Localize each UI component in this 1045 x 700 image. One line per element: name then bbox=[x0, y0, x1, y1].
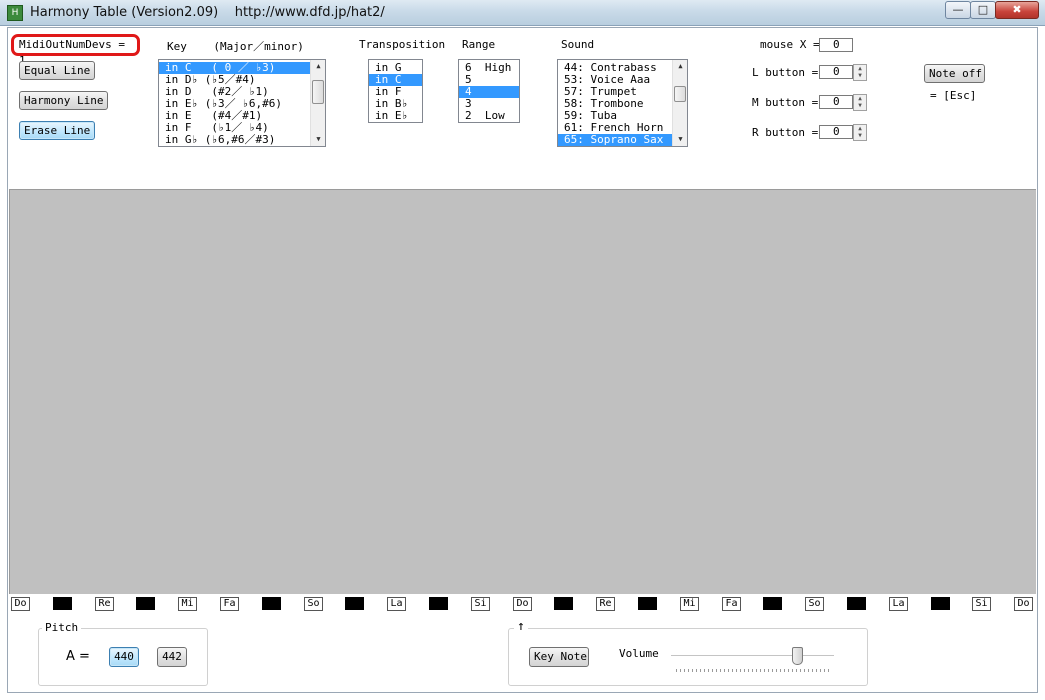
l-button-field[interactable]: 0 bbox=[819, 65, 853, 79]
midi-out-num-devs: MidiOutNumDevs = 1 bbox=[11, 34, 140, 67]
minimize-icon[interactable]: — bbox=[945, 1, 971, 19]
erase-line-button[interactable]: Erase Line bbox=[19, 121, 96, 140]
equal-line-button[interactable]: Equal Line bbox=[19, 61, 96, 80]
black-key[interactable] bbox=[847, 597, 866, 610]
white-key[interactable]: Si bbox=[972, 597, 991, 611]
m-button-label: M button = bbox=[752, 96, 819, 109]
scroll-down-icon[interactable]: ▼ bbox=[311, 133, 325, 146]
transposition-header: Transposition bbox=[359, 38, 446, 51]
white-key[interactable]: Do bbox=[513, 597, 532, 611]
harmony-line-button[interactable]: Harmony Line bbox=[19, 91, 109, 110]
spin-up-icon[interactable]: ▲ bbox=[854, 125, 866, 132]
harmony-canvas[interactable] bbox=[9, 189, 1036, 594]
up-arrow-icon: ↑ bbox=[514, 619, 528, 634]
white-key[interactable]: Do bbox=[1014, 597, 1033, 611]
r-button-field[interactable]: 0 bbox=[819, 125, 853, 139]
pitch-a-label: A = bbox=[66, 649, 90, 664]
key-header: Key (Major／minor) bbox=[167, 40, 304, 53]
key-items: in C ( 0 ／ ♭3) in D♭ (♭5／#4) in D (#2／ ♭1)… bbox=[159, 60, 325, 146]
black-key[interactable] bbox=[345, 597, 364, 610]
pitch-group-title: Pitch bbox=[42, 621, 82, 634]
maximize-icon[interactable]: □ bbox=[970, 1, 996, 19]
r-button-label: R button = bbox=[752, 126, 819, 139]
range-items: 6 High 5 4 3 2 Low bbox=[459, 60, 519, 122]
white-key[interactable]: La bbox=[889, 597, 908, 611]
black-key[interactable] bbox=[763, 597, 782, 610]
mouse-x-field[interactable]: 0 bbox=[819, 38, 853, 52]
white-key[interactable]: Mi bbox=[680, 597, 699, 611]
scroll-thumb[interactable] bbox=[674, 86, 686, 102]
mouse-x-label: mouse X = bbox=[760, 38, 820, 51]
spin-up-icon[interactable]: ▲ bbox=[854, 65, 866, 72]
key-list-item[interactable]: in G♭ (♭6,#6／#3) bbox=[159, 134, 325, 146]
white-key[interactable]: Fa bbox=[220, 597, 239, 611]
volume-slider-thumb[interactable] bbox=[792, 647, 803, 665]
transposition-items: in Gin Cin Fin B♭ in E♭ bbox=[369, 60, 422, 122]
l-button-spinner[interactable]: ▲ ▼ bbox=[853, 64, 867, 81]
note-off-hint: = [Esc] bbox=[930, 89, 977, 102]
note-off-button[interactable]: Note off bbox=[924, 64, 985, 83]
scroll-thumb[interactable] bbox=[312, 80, 324, 104]
white-key[interactable]: Re bbox=[596, 597, 615, 611]
black-key[interactable] bbox=[931, 597, 950, 610]
black-key[interactable] bbox=[53, 597, 72, 610]
sound-list-item[interactable]: 65: Soprano Sax bbox=[558, 134, 687, 146]
black-key[interactable] bbox=[262, 597, 281, 610]
white-key[interactable]: Si bbox=[471, 597, 490, 611]
white-key[interactable]: So bbox=[304, 597, 323, 611]
volume-slider-ticks bbox=[676, 669, 831, 672]
white-key[interactable]: Mi bbox=[178, 597, 197, 611]
scroll-up-icon[interactable]: ▲ bbox=[311, 60, 325, 73]
m-button-spinner[interactable]: ▲ ▼ bbox=[853, 94, 867, 111]
black-key[interactable] bbox=[136, 597, 155, 610]
white-key[interactable]: Re bbox=[95, 597, 114, 611]
range-list-item[interactable]: 2 Low bbox=[459, 110, 519, 122]
scroll-down-icon[interactable]: ▼ bbox=[673, 133, 687, 146]
white-key[interactable]: La bbox=[387, 597, 406, 611]
spin-down-icon[interactable]: ▼ bbox=[854, 132, 866, 139]
sound-listbox[interactable]: 44: Contrabass 53: Voice Aaa 57: Trumpet 58… bbox=[557, 59, 688, 147]
range-listbox[interactable]: 6 High 5 4 3 2 Low bbox=[458, 59, 520, 123]
key-listbox[interactable]: in C ( 0 ／ ♭3) in D♭ (♭5／#4) in D (#2／ ♭1)… bbox=[158, 59, 326, 147]
sound-header: Sound bbox=[561, 38, 595, 51]
l-button-label: L button = bbox=[752, 66, 819, 79]
pitch-440-button[interactable]: 440 bbox=[109, 647, 139, 667]
hat-icon: H bbox=[7, 5, 23, 21]
spin-up-icon[interactable]: ▲ bbox=[854, 95, 866, 102]
title-bar: H Harmony Table (Version2.09) http://www… bbox=[0, 0, 1045, 26]
key-scrollbar[interactable]: ▲ ▼ bbox=[310, 60, 325, 146]
transposition-list-item[interactable]: in E♭ bbox=[369, 110, 422, 122]
window-title: Harmony Table (Version2.09) http://www.d… bbox=[30, 5, 385, 20]
volume-slider-track[interactable] bbox=[671, 655, 834, 657]
black-key[interactable] bbox=[429, 597, 448, 610]
key-note-button[interactable]: Key Note bbox=[529, 647, 589, 667]
white-key[interactable]: Fa bbox=[722, 597, 741, 611]
transposition-listbox[interactable]: in Gin Cin Fin B♭ in E♭ bbox=[368, 59, 423, 123]
range-header: Range bbox=[462, 38, 496, 51]
white-key[interactable]: Do bbox=[11, 597, 30, 611]
white-key[interactable]: So bbox=[805, 597, 824, 611]
window-controls: — □ ✖ bbox=[945, 1, 1039, 19]
r-button-spinner[interactable]: ▲ ▼ bbox=[853, 124, 867, 141]
sound-items: 44: Contrabass 53: Voice Aaa 57: Trumpet 58… bbox=[558, 60, 687, 146]
sound-scrollbar[interactable]: ▲ ▼ bbox=[672, 60, 687, 146]
scroll-up-icon[interactable]: ▲ bbox=[673, 60, 687, 73]
volume-label: Volume bbox=[619, 647, 659, 660]
spin-down-icon[interactable]: ▼ bbox=[854, 102, 866, 109]
black-key[interactable] bbox=[638, 597, 657, 610]
pitch-442-button[interactable]: 442 bbox=[157, 647, 187, 667]
close-icon[interactable]: ✖ bbox=[995, 1, 1039, 19]
black-key[interactable] bbox=[554, 597, 573, 610]
m-button-field[interactable]: 0 bbox=[819, 95, 853, 109]
spin-down-icon[interactable]: ▼ bbox=[854, 72, 866, 79]
